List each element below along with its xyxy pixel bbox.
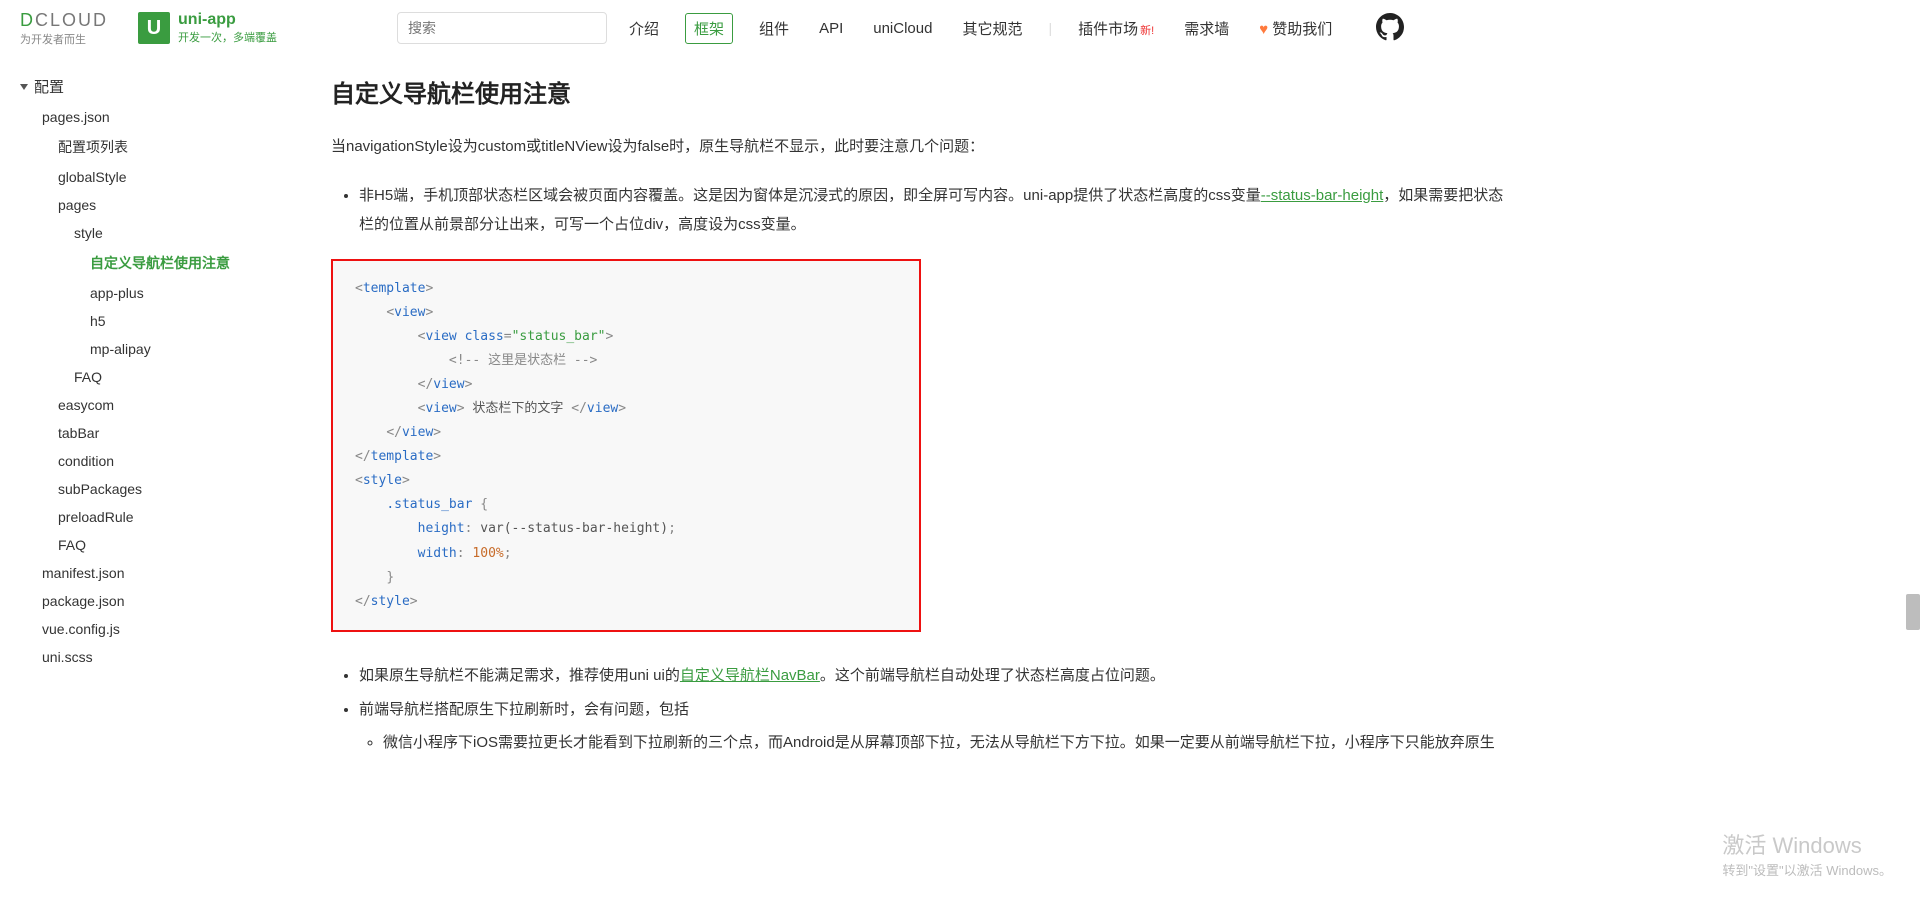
sidebar-item-vueconfig[interactable]: vue.config.js xyxy=(14,615,295,643)
logo-dcloud[interactable]: DCLOUD 为开发者而生 xyxy=(20,10,108,47)
chevron-down-icon xyxy=(20,84,28,90)
sidebar-item-configtable[interactable]: 配置项列表 xyxy=(14,131,295,163)
nav-sponsor[interactable]: ♥ 赞助我们 xyxy=(1255,12,1336,45)
sidebar-item-packagejson[interactable]: package.json xyxy=(14,587,295,615)
sidebar-item-condition[interactable]: condition xyxy=(14,447,295,475)
sidebar-item-tabbar[interactable]: tabBar xyxy=(14,419,295,447)
nav-component[interactable]: 组件 xyxy=(755,12,793,45)
uniapp-badge-icon: U xyxy=(138,12,170,44)
uniapp-subtitle: 开发一次，多端覆盖 xyxy=(178,29,277,45)
sidebar-item-pagesjson[interactable]: pages.json xyxy=(14,103,295,131)
bullet-3-sub: 微信小程序下iOS需要拉更长才能看到下拉刷新的三个点，而Android是从屏幕顶… xyxy=(383,729,1515,758)
nav-unicloud[interactable]: uniCloud xyxy=(869,14,936,43)
sidebar-item-style[interactable]: style xyxy=(14,219,295,247)
sidebar-item-mpalipay[interactable]: mp-alipay xyxy=(14,335,295,363)
page-title: 自定义导航栏使用注意 xyxy=(331,74,1515,109)
nav-separator: | xyxy=(1048,20,1052,36)
sidebar-item-easycom[interactable]: easycom xyxy=(14,391,295,419)
uniapp-title: uni-app xyxy=(178,11,277,29)
bullet-3: 前端导航栏搭配原生下拉刷新时，会有问题，包括 微信小程序下iOS需要拉更长才能看… xyxy=(359,696,1515,757)
windows-activation-watermark: 激活 Windows 转到"设置"以激活 Windows。 xyxy=(1722,828,1892,879)
sidebar-item-manifest[interactable]: manifest.json xyxy=(14,559,295,587)
header: DCLOUD 为开发者而生 U uni-app 开发一次，多端覆盖 介绍 框架 … xyxy=(0,0,1550,56)
sidebar-item-customnav[interactable]: 自定义导航栏使用注意 xyxy=(14,247,295,279)
sidebar-item-globalstyle[interactable]: globalStyle xyxy=(14,163,295,191)
sidebar-item-appplus[interactable]: app-plus xyxy=(14,279,295,307)
new-badge: 新! xyxy=(1140,25,1154,37)
main-content: 自定义导航栏使用注意 当navigationStyle设为custom或titl… xyxy=(295,56,1535,783)
nav-api[interactable]: API xyxy=(815,14,847,43)
sidebar-item-faq2[interactable]: FAQ xyxy=(14,531,295,559)
nav-framework[interactable]: 框架 xyxy=(685,13,733,44)
sidebar-item-pages[interactable]: pages xyxy=(14,191,295,219)
sidebar-item-faq1[interactable]: FAQ xyxy=(14,363,295,391)
bullet-1: 非H5端，手机顶部状态栏区域会被页面内容覆盖。这是因为窗体是沉浸式的原因，即全屏… xyxy=(359,182,1515,239)
github-icon[interactable] xyxy=(1358,13,1404,44)
lead-paragraph: 当navigationStyle设为custom或titleNView设为fal… xyxy=(331,133,1515,160)
search-box xyxy=(397,12,607,44)
dcloud-tagline: 为开发者而生 xyxy=(20,31,86,47)
logo-uniapp[interactable]: U uni-app 开发一次，多端覆盖 xyxy=(138,11,277,45)
sidebar-item-h5[interactable]: h5 xyxy=(14,307,295,335)
nav-intro[interactable]: 介绍 xyxy=(625,12,663,45)
link-status-bar-height[interactable]: --status-bar-height xyxy=(1261,187,1384,204)
scrollbar-thumb[interactable] xyxy=(1906,594,1920,630)
sidebar-root-config[interactable]: 配置 xyxy=(14,70,295,103)
top-nav: 介绍 框架 组件 API uniCloud 其它规范 | 插件市场新! 需求墙 … xyxy=(625,12,1404,45)
link-navbar[interactable]: 自定义导航栏NavBar xyxy=(680,667,820,684)
sidebar-item-uniscss[interactable]: uni.scss xyxy=(14,643,295,671)
code-block: <template> <view> <view class="status_ba… xyxy=(331,259,921,632)
nav-demand[interactable]: 需求墙 xyxy=(1180,12,1233,45)
sidebar-item-preloadrule[interactable]: preloadRule xyxy=(14,503,295,531)
nav-other[interactable]: 其它规范 xyxy=(958,12,1026,45)
sidebar: 配置 pages.json 配置项列表 globalStyle pages st… xyxy=(0,56,295,756)
nav-market[interactable]: 插件市场新! xyxy=(1074,12,1158,45)
sidebar-item-subpackages[interactable]: subPackages xyxy=(14,475,295,503)
bullet-2: 如果原生导航栏不能满足需求，推荐使用uni ui的自定义导航栏NavBar。这个… xyxy=(359,662,1515,691)
heart-icon: ♥ xyxy=(1259,21,1272,38)
search-input[interactable] xyxy=(397,12,607,44)
dcloud-brand: DCLOUD xyxy=(20,10,108,31)
